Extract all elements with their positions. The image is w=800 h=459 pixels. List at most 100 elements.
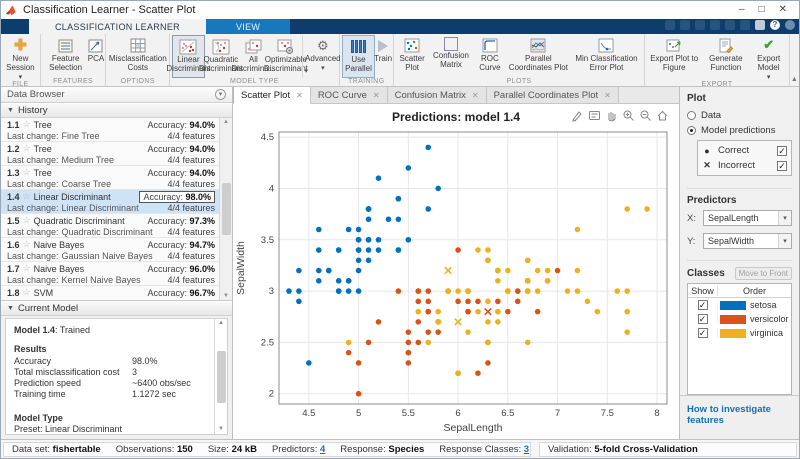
copy-icon[interactable] [695, 20, 705, 30]
feature-selection-button[interactable]: Feature Selection [43, 35, 89, 78]
move-to-front-button[interactable]: Move to Front [735, 267, 792, 280]
history-item-1.1[interactable]: 1.1☆TreeAccuracy: 94.0%Last change:Fine … [1, 118, 219, 142]
home-icon[interactable] [656, 109, 669, 122]
favorite-star-icon[interactable]: ☆ [23, 287, 31, 298]
generate-function-button[interactable]: Generate Function [701, 35, 750, 81]
history-item-1.7[interactable]: 1.7☆Naive BayesAccuracy: 96.0%Last chang… [1, 262, 219, 286]
current-model-section-header[interactable]: ▼ Current Model [1, 301, 232, 316]
how-to-investigate-features-link[interactable]: How to investigate features [687, 404, 771, 426]
favorite-star-icon[interactable]: ☆ [23, 143, 31, 154]
history-item-1.8[interactable]: 1.8☆SVMAccuracy: 96.7% [1, 286, 219, 301]
close-tab-icon[interactable]: ✕ [296, 91, 303, 100]
last-change-value: Fine Tree [62, 131, 100, 141]
new-session-button[interactable]: ✚ New Session ▾ [3, 35, 38, 81]
favorite-star-icon[interactable]: ☆ [23, 263, 31, 274]
favorite-star-icon[interactable]: ☆ [23, 167, 31, 178]
feature-selection-icon [58, 37, 73, 54]
current-model-scrollbar[interactable]: ▲ ▼ [214, 319, 227, 434]
correct-marker-icon: ● [702, 146, 712, 156]
svg-text:3: 3 [269, 286, 274, 297]
setosa-show-checkbox[interactable]: ✓ [698, 300, 708, 310]
print-icon[interactable] [755, 20, 765, 30]
x-label: X: [687, 213, 699, 224]
result-row: Total misclassification cost3 [14, 367, 211, 378]
svg-text:3.5: 3.5 [261, 235, 274, 246]
datatip-icon[interactable] [588, 109, 601, 122]
pan-icon[interactable] [605, 109, 618, 122]
parallel-coordinates-plot-button[interactable]: Parallel Coordinates Plot [506, 35, 571, 78]
tab-classification-learner[interactable]: CLASSIFICATION LEARNER [29, 19, 206, 34]
export-plot-to-figure-button[interactable]: Export Plot to Figure [647, 35, 701, 81]
community-icon[interactable] [785, 20, 795, 30]
maximize-icon[interactable]: □ [759, 3, 765, 17]
close-icon[interactable]: ✕ [779, 3, 787, 17]
ribbon-group-file: ✚ New Session ▾ FILE [1, 34, 41, 86]
history-item-1.4[interactable]: 1.4☆Linear DiscriminantAccuracy: 98.0%La… [1, 190, 219, 214]
train-button[interactable]: Train [375, 35, 391, 78]
current-model-scroll-thumb[interactable] [217, 351, 226, 403]
close-tab-icon[interactable]: ✕ [472, 91, 479, 100]
history-section-header[interactable]: ▼ History [1, 103, 232, 118]
model-optimizable-discriminant-button[interactable]: Optimizable Discriminant [270, 35, 302, 78]
scroll-up-icon[interactable]: ▲ [223, 119, 229, 125]
confusion-matrix-button[interactable]: Confusion Matrix [428, 35, 473, 78]
incorrect-checkbox[interactable]: ✓ [777, 161, 787, 171]
status-bar: Data set: fishertableObservations: 150Si… [1, 439, 799, 458]
history-scroll-thumb[interactable] [222, 183, 231, 235]
data-radio[interactable]: Data [687, 108, 792, 123]
close-tab-icon[interactable]: ✕ [604, 91, 611, 100]
history-scrollbar[interactable]: ▲ ▼ [219, 118, 232, 300]
min-classification-error-plot-button[interactable]: Min Classification Error Plot [571, 35, 643, 78]
favorite-star-icon[interactable]: ☆ [23, 215, 31, 226]
scroll-up-icon[interactable]: ▲ [218, 320, 224, 328]
favorite-star-icon[interactable]: ☆ [23, 239, 31, 250]
y-predictor-select[interactable]: SepalWidth ▾ [703, 233, 792, 249]
doc-tab-roc-curve[interactable]: ROC Curve✕ [311, 87, 388, 103]
help-icon[interactable]: ? [770, 20, 780, 30]
close-tab-icon[interactable]: ✕ [373, 91, 380, 100]
history-item-1.6[interactable]: 1.6☆Naive BayesAccuracy: 94.7%Last chang… [1, 238, 219, 262]
tab-view[interactable]: VIEW [206, 19, 290, 34]
paste-icon[interactable] [710, 20, 720, 30]
doc-tab-confusion-matrix[interactable]: Confusion Matrix✕ [388, 87, 487, 103]
use-parallel-button[interactable]: Use Parallel [342, 35, 376, 78]
ribbon-group-training: Use Parallel Train TRAINING [340, 34, 394, 86]
ribbon-collapse-icon[interactable]: ▲ [790, 34, 799, 86]
scatter-plot-button[interactable]: Scatter Plot [396, 35, 428, 78]
brush-icon[interactable] [571, 109, 584, 122]
virginica-show-checkbox[interactable]: ✓ [698, 328, 708, 338]
redo-icon[interactable] [740, 20, 750, 30]
scatter-plot-canvas[interactable]: 4.555.566.577.5822.533.544.5SepalLengthS… [233, 126, 679, 436]
zoom-in-icon[interactable] [622, 109, 635, 122]
favorite-star-icon[interactable]: ☆ [23, 119, 31, 130]
misclassification-costs-button[interactable]: Misclassification Costs [108, 35, 167, 78]
minimize-icon[interactable]: – [739, 3, 745, 17]
doc-tab-parallel-coordinates-plot[interactable]: Parallel Coordinates Plot✕ [487, 87, 619, 103]
status-link[interactable]: 3 [524, 444, 529, 455]
status-observations: Observations: 150 [116, 444, 193, 455]
history-item-1.2[interactable]: 1.2☆TreeAccuracy: 94.0%Last change:Mediu… [1, 142, 219, 166]
undo-icon[interactable] [725, 20, 735, 30]
save-icon[interactable] [665, 20, 675, 30]
status-predictors: Predictors: 4 [272, 444, 325, 455]
favorite-star-icon[interactable]: ☆ [23, 191, 31, 202]
export-model-button[interactable]: ✔ Export Model ▾ [751, 35, 787, 81]
versicolor-show-checkbox[interactable]: ✓ [698, 314, 708, 324]
advanced-button[interactable]: ⚙ Advanced ▾ [309, 35, 337, 78]
history-item-1.5[interactable]: 1.5☆Quadratic DiscriminantAccuracy: 97.3… [1, 214, 219, 238]
doc-tab-scatter-plot[interactable]: Scatter Plot✕ [233, 87, 311, 104]
data-browser-menu-icon[interactable]: ▾ [215, 89, 226, 100]
history-item-1.3[interactable]: 1.3☆TreeAccuracy: 94.0%Last change:Coars… [1, 166, 219, 190]
model-type-line-preset: Preset: Linear Discriminant [14, 424, 211, 435]
correct-checkbox[interactable]: ✓ [777, 146, 787, 156]
scroll-down-icon[interactable]: ▼ [218, 426, 224, 434]
x-predictor-select[interactable]: SepalLength ▾ [703, 210, 792, 226]
scroll-down-icon[interactable]: ▼ [223, 293, 229, 299]
classes-section-title: Classes [687, 268, 725, 279]
pca-button[interactable]: PCA [88, 35, 103, 78]
status-link[interactable]: 4 [320, 444, 325, 455]
cut-icon[interactable] [680, 20, 690, 30]
roc-curve-button[interactable]: ROC Curve [474, 35, 506, 78]
zoom-out-icon[interactable] [639, 109, 652, 122]
model-predictions-radio[interactable]: Model predictions [687, 123, 792, 138]
